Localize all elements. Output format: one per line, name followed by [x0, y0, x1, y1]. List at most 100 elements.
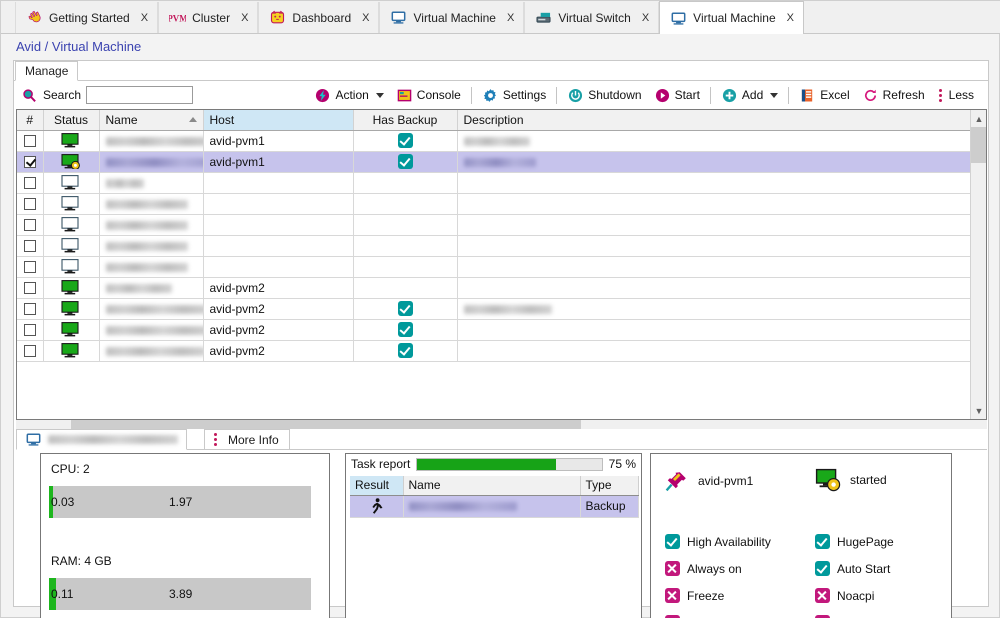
table-row[interactable]: avid-pvm2: [17, 277, 973, 299]
scroll-down-arrow[interactable]: ▼: [971, 402, 986, 419]
settings-button[interactable]: Settings: [476, 86, 552, 105]
row-status-cell: [43, 193, 100, 215]
row-checkbox-cell[interactable]: [17, 319, 44, 341]
hscrollbar-thumb[interactable]: [71, 420, 581, 429]
table-row[interactable]: avid-pvm1: [17, 151, 973, 173]
row-status-cell: [43, 214, 100, 236]
status-stopped-icon: [61, 238, 81, 253]
table-row[interactable]: avid-pvm2: [17, 340, 973, 362]
row-checkbox[interactable]: [23, 156, 36, 169]
close-icon[interactable]: X: [507, 12, 514, 24]
column-header-name[interactable]: Name: [99, 110, 204, 131]
power-icon: [569, 88, 583, 102]
excel-icon: [802, 89, 813, 101]
row-has-backup-cell: [353, 319, 458, 341]
row-has-backup-cell: [353, 256, 458, 278]
task-column-header-type[interactable]: Type: [580, 476, 639, 496]
tab-getting-started-0[interactable]: Getting Started X: [15, 2, 159, 33]
action-dropdown-caret[interactable]: [375, 92, 384, 98]
column-header-has-backup[interactable]: Has Backup: [353, 110, 458, 131]
has-backup-check-icon: [397, 301, 413, 317]
add-button[interactable]: Add: [715, 86, 784, 105]
row-checkbox[interactable]: [23, 135, 36, 148]
table-row[interactable]: [17, 256, 973, 278]
close-icon[interactable]: X: [362, 12, 369, 24]
row-name-value: [105, 136, 202, 146]
flag-state: started: [815, 468, 887, 492]
search-input[interactable]: [86, 86, 194, 104]
start-button[interactable]: Start: [648, 86, 706, 105]
flag-always-on: Always on: [665, 561, 742, 576]
row-name-cell: [99, 151, 204, 173]
row-checkbox[interactable]: [23, 240, 36, 253]
row-checkbox-cell[interactable]: [17, 256, 44, 278]
close-icon[interactable]: X: [642, 12, 649, 24]
row-checkbox-cell[interactable]: [17, 235, 44, 257]
row-has-backup-cell: [353, 277, 458, 299]
tab-dashboard-2[interactable]: Dashboard X: [258, 2, 380, 33]
row-checkbox[interactable]: [23, 219, 36, 232]
column-header--[interactable]: #: [17, 110, 44, 131]
row-checkbox[interactable]: [23, 324, 36, 337]
task-column-header-name[interactable]: Name: [403, 476, 581, 496]
row-checkbox[interactable]: [23, 177, 36, 190]
grid-horizontal-scrollbar[interactable]: [16, 420, 987, 429]
row-description-cell: [457, 256, 973, 278]
row-checkbox[interactable]: [23, 198, 36, 211]
less-button[interactable]: Less: [931, 86, 980, 104]
row-name-cell: [99, 130, 204, 152]
grid-vertical-scrollbar[interactable]: ▲ ▼: [970, 110, 986, 419]
scrollbar-thumb[interactable]: [971, 127, 986, 163]
tab-virtual-switch-4[interactable]: Virtual Switch X: [524, 2, 660, 33]
row-checkbox-cell[interactable]: [17, 172, 44, 194]
tab-vm-detail[interactable]: [16, 429, 187, 450]
scroll-up-arrow[interactable]: ▲: [971, 110, 986, 127]
row-checkbox-cell[interactable]: [17, 151, 44, 173]
row-checkbox-cell[interactable]: [17, 214, 44, 236]
close-icon[interactable]: X: [241, 12, 248, 24]
row-checkbox-cell[interactable]: [17, 340, 44, 362]
action-button[interactable]: Action: [308, 86, 389, 105]
row-checkbox-cell[interactable]: [17, 193, 44, 215]
column-header-host[interactable]: Host: [203, 110, 354, 131]
row-name-value: [105, 241, 188, 251]
row-checkbox-cell[interactable]: [17, 130, 44, 152]
excel-button[interactable]: Excel: [793, 86, 855, 105]
manage-tab-row: Manage: [14, 61, 988, 81]
row-checkbox-cell[interactable]: [17, 277, 44, 299]
tab-cluster-1[interactable]: PVM Cluster X: [158, 2, 259, 33]
row-checkbox[interactable]: [23, 303, 36, 316]
table-row[interactable]: [17, 172, 973, 194]
row-checkbox[interactable]: [23, 282, 36, 295]
table-row[interactable]: [17, 214, 973, 236]
start-label: Start: [674, 88, 700, 102]
table-row[interactable]: [17, 235, 973, 257]
tab-more-info[interactable]: More Info: [204, 429, 290, 450]
tab-virtual-machine-3[interactable]: Virtual Machine X: [379, 2, 525, 33]
column-header-description[interactable]: Description: [457, 110, 973, 131]
shutdown-button[interactable]: Shutdown: [561, 86, 647, 105]
row-description-cell: [457, 214, 973, 236]
row-checkbox-cell[interactable]: [17, 298, 44, 320]
refresh-button[interactable]: Refresh: [856, 86, 931, 105]
add-dropdown-caret[interactable]: [770, 92, 779, 98]
close-icon[interactable]: X: [141, 12, 148, 24]
gear-icon: [483, 88, 496, 102]
table-row[interactable]: avid-pvm2: [17, 319, 973, 341]
table-row[interactable]: avid-pvm1: [17, 130, 973, 152]
close-icon[interactable]: X: [787, 12, 794, 24]
console-button[interactable]: Console: [390, 86, 467, 105]
table-row[interactable]: [17, 193, 973, 215]
tab-manage[interactable]: Manage: [15, 61, 79, 81]
task-column-header-result[interactable]: Result: [350, 476, 404, 496]
search-icon[interactable]: [21, 88, 38, 103]
row-checkbox[interactable]: [23, 345, 36, 358]
table-row[interactable]: avid-pvm2: [17, 298, 973, 320]
flag-noacpi: Noacpi: [815, 588, 874, 603]
tab-virtual-machine-5[interactable]: Virtual Machine X: [659, 1, 804, 34]
ram-label: RAM: 4 GB: [51, 554, 112, 568]
flag-label: Auto Start: [837, 561, 891, 576]
row-checkbox[interactable]: [23, 261, 36, 274]
task-row[interactable]: Backup: [350, 495, 639, 518]
column-header-status[interactable]: Status: [43, 110, 100, 131]
